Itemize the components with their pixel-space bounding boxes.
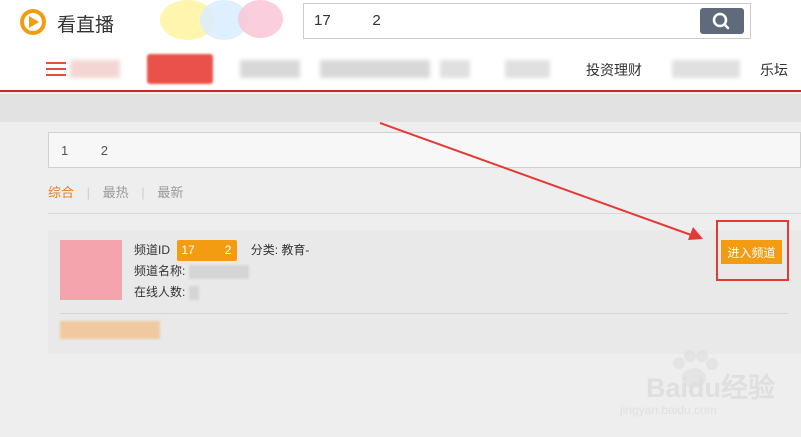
baidu-jingyan-watermark: Baidu经验 jingyan.baidu.com: [614, 348, 784, 428]
watermark-url: jingyan.baidu.com: [620, 403, 717, 417]
watermark-brand: Baidu经验: [646, 373, 776, 403]
